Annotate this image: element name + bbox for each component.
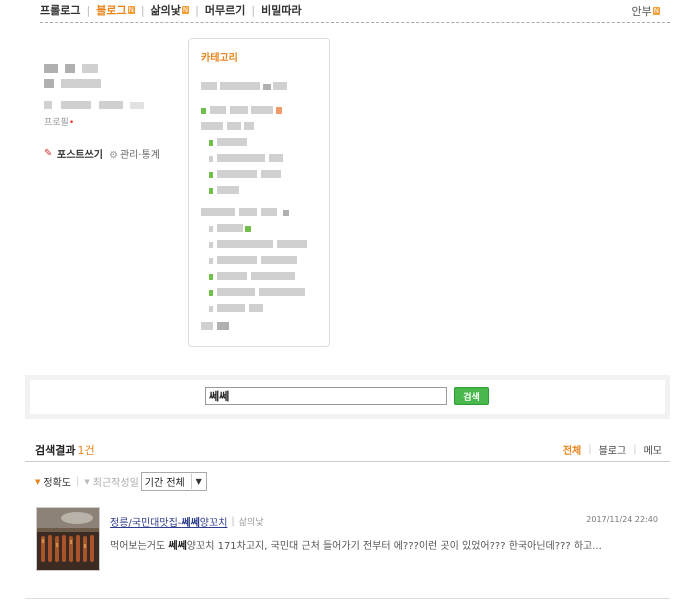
category-item[interactable] <box>209 265 295 280</box>
manage-link[interactable]: ⚙ 관리·통계 <box>109 146 160 161</box>
category-item[interactable] <box>201 201 289 216</box>
tab-separator: | <box>588 444 592 455</box>
nav-prologue[interactable]: 프롤로그 <box>40 2 80 18</box>
top-nav: 프롤로그 | 블로그 N | 삶의낯 N | 머무르기 | 비밀따라 <box>40 2 302 18</box>
category-title: 카테고리 <box>201 53 238 64</box>
result-thumbnail[interactable] <box>36 507 100 571</box>
sort-options: ▼ 정확도 | ▼ 최근작성일 기간 전체 ▼ <box>35 472 207 491</box>
nav-blog-label: 블로그 <box>96 4 127 17</box>
nav-separator: | <box>86 3 91 17</box>
nav-stay[interactable]: 머무르기 <box>205 2 245 18</box>
new-badge: N <box>652 7 660 15</box>
category-item[interactable] <box>209 163 281 178</box>
category-item[interactable] <box>209 233 307 248</box>
snippet-suffix: 양꼬치 171차고지, 국민대 근처 들어가기 전부터 에???이런 곳이 있었… <box>186 541 602 552</box>
sort-accuracy[interactable]: 정확도 <box>43 474 71 489</box>
result-title-link[interactable]: 정릉/국민대맛집-쎄쎄양꼬치 <box>110 514 227 529</box>
category-item[interactable] <box>209 217 251 232</box>
guestbook-label: 안부 <box>631 5 652 18</box>
search-input[interactable] <box>205 387 447 405</box>
nav-blog[interactable]: 블로그 N <box>96 2 135 18</box>
nav-prologue-label: 프롤로그 <box>40 4 81 17</box>
category-item[interactable] <box>201 99 282 114</box>
category-item[interactable] <box>201 115 254 130</box>
result-filter-tabs: 전체 | 블로그 | 메모 <box>563 442 662 457</box>
nav-stay-label: 머무르기 <box>204 4 246 17</box>
nav-life-label: 삶의낯 <box>150 4 181 17</box>
triangle-down-icon: ▼ <box>35 477 41 486</box>
chevron-down-icon: ▼ <box>190 474 206 489</box>
results-divider <box>25 461 670 462</box>
new-badge: N <box>127 6 135 14</box>
post-actions: ✎ 포스트쓰기 ⚙ 관리·통계 <box>44 146 160 161</box>
category-item[interactable] <box>201 75 287 90</box>
nav-separator: | <box>195 3 199 17</box>
result-title-suffix: 양꼬치 <box>199 518 228 529</box>
tab-blog[interactable]: 블로그 <box>599 442 627 457</box>
pencil-icon: ✎ <box>44 147 53 159</box>
search-button[interactable]: 검색 <box>454 387 489 405</box>
tab-separator: | <box>633 444 637 455</box>
category-item[interactable] <box>209 179 239 194</box>
result-title-highlight: 쎄쎄 <box>181 518 200 529</box>
new-badge: N <box>181 6 190 14</box>
result-snippet: 먹어보는거도 쎄쎄양꼬치 171차고지, 국민대 근처 들어가기 전부터 에??… <box>110 537 602 552</box>
snippet-prefix: 먹어보는거도 <box>110 541 169 552</box>
bottom-divider <box>25 598 670 599</box>
result-date: 2017/11/24 22:40 <box>586 515 658 524</box>
category-panel: 카테고리 <box>188 38 330 347</box>
triangle-down-icon: ▼ <box>84 477 90 486</box>
sort-separator: | <box>76 476 80 487</box>
category-item[interactable] <box>201 315 229 330</box>
profile-link-label: 프로필 <box>44 118 69 128</box>
new-dot-icon: • <box>68 118 75 128</box>
nav-separator: | <box>140 3 145 17</box>
nav-secret-label: 비밀따라 <box>261 4 302 17</box>
profile-desc-blur <box>44 94 145 113</box>
results-label: 검색결과 <box>35 444 76 457</box>
category-item[interactable] <box>209 131 247 146</box>
manage-label: 관리·통계 <box>119 150 160 161</box>
category-item[interactable] <box>209 297 263 312</box>
period-select-value: 기간 전체 <box>144 478 185 489</box>
gear-icon: ⚙ <box>109 150 118 161</box>
result-title-prefix: 정릉/국민대맛집- <box>110 518 182 529</box>
results-header: 검색결과 1건 <box>35 442 95 458</box>
tab-memo[interactable]: 메모 <box>644 442 662 457</box>
category-item[interactable] <box>209 249 297 264</box>
tab-all[interactable]: 전체 <box>563 442 581 457</box>
top-divider <box>40 22 670 23</box>
profile-text-blur <box>44 73 102 92</box>
result-title-row: 정릉/국민대맛집-쎄쎄양꼬치 | 삶의낯 <box>110 514 264 529</box>
nav-secret[interactable]: 비밀따라 <box>261 2 301 18</box>
guestbook-link[interactable]: 안부 N <box>631 3 660 19</box>
title-separator: | <box>231 516 235 527</box>
profile-link[interactable]: 프로필• <box>44 115 74 128</box>
nav-life[interactable]: 삶의낯 N <box>151 2 190 18</box>
food-photo <box>37 508 99 570</box>
category-item[interactable] <box>209 147 283 162</box>
results-count: 1건 <box>77 444 95 457</box>
nav-separator: | <box>251 3 256 17</box>
result-category[interactable]: 삶의낯 <box>239 515 264 528</box>
snippet-highlight: 쎄쎄 <box>168 541 187 552</box>
write-post-link[interactable]: 포스트쓰기 <box>57 146 103 161</box>
category-item[interactable] <box>209 281 305 296</box>
period-select[interactable]: 기간 전체 ▼ <box>140 472 207 491</box>
sort-recent[interactable]: 최근작성일 <box>93 474 139 489</box>
